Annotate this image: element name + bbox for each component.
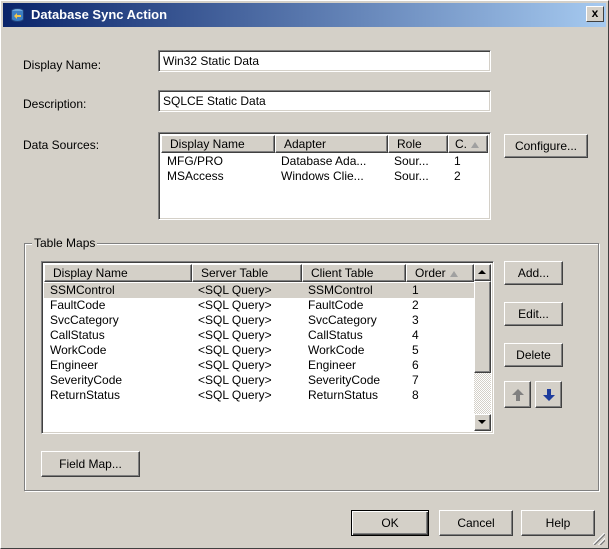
column-header-order[interactable]: Order bbox=[406, 264, 474, 282]
map-client-table: FaultCode bbox=[308, 298, 364, 312]
edit-button[interactable]: Edit... bbox=[504, 302, 563, 326]
table-row[interactable]: WorkCode <SQL Query> WorkCode 5 bbox=[44, 343, 474, 358]
field-map-button[interactable]: Field Map... bbox=[41, 451, 140, 477]
list-item[interactable]: MSAccess Windows Clie... Sour... 2 bbox=[161, 169, 488, 184]
resize-grip[interactable] bbox=[593, 533, 605, 545]
data-sources-label: Data Sources: bbox=[23, 138, 100, 152]
scroll-down-button[interactable] bbox=[474, 414, 491, 431]
add-button[interactable]: Add... bbox=[504, 261, 563, 285]
scroll-up-button[interactable] bbox=[474, 264, 491, 281]
map-client-table: WorkCode bbox=[308, 343, 365, 357]
map-server-table: <SQL Query> bbox=[198, 328, 272, 342]
table-maps-header: Display Name Server Table Client Table O… bbox=[44, 264, 474, 282]
source-display-name: MSAccess bbox=[167, 169, 224, 183]
table-row[interactable]: SSMControl <SQL Query> SSMControl 1 bbox=[44, 283, 474, 298]
source-role: Sour... bbox=[394, 154, 429, 168]
window-title: Database Sync Action bbox=[31, 7, 168, 22]
map-order: 4 bbox=[412, 328, 419, 342]
ok-button[interactable]: OK bbox=[351, 510, 429, 536]
data-sources-rows: MFG/PRO Database Ada... Sour... 1 MSAcce… bbox=[161, 154, 488, 184]
display-name-input[interactable]: Win32 Static Data bbox=[158, 50, 491, 72]
map-display-name: CallStatus bbox=[50, 328, 105, 342]
map-client-table: ReturnStatus bbox=[308, 388, 379, 402]
source-order: 1 bbox=[454, 154, 461, 168]
map-client-table: SeverityCode bbox=[308, 373, 381, 387]
table-row[interactable]: CallStatus <SQL Query> CallStatus 4 bbox=[44, 328, 474, 343]
column-header-c[interactable]: C. bbox=[448, 135, 488, 153]
map-order: 7 bbox=[412, 373, 419, 387]
source-adapter: Database Ada... bbox=[281, 154, 367, 168]
map-display-name: ReturnStatus bbox=[50, 388, 121, 402]
map-client-table: CallStatus bbox=[308, 328, 363, 342]
move-down-button[interactable] bbox=[535, 381, 562, 408]
data-sources-list[interactable]: Display Name Adapter Role C. MFG/PRO Dat… bbox=[158, 132, 491, 220]
table-maps-scrollbar[interactable] bbox=[474, 264, 491, 431]
map-order: 6 bbox=[412, 358, 419, 372]
data-sources-header: Display Name Adapter Role C. bbox=[161, 135, 488, 153]
map-client-table: Engineer bbox=[308, 358, 357, 372]
map-display-name: Engineer bbox=[50, 358, 99, 372]
configure-button[interactable]: Configure... bbox=[504, 134, 588, 158]
delete-button[interactable]: Delete bbox=[504, 343, 563, 367]
map-order: 2 bbox=[412, 298, 419, 312]
map-order: 5 bbox=[412, 343, 419, 357]
table-row[interactable]: Engineer <SQL Query> Engineer 6 bbox=[44, 358, 474, 373]
column-header-display-name[interactable]: Display Name bbox=[161, 135, 275, 153]
table-maps-list[interactable]: Display Name Server Table Client Table O… bbox=[41, 261, 494, 434]
map-order: 3 bbox=[412, 313, 419, 327]
map-display-name: SSMControl bbox=[50, 283, 115, 297]
scroll-up-icon bbox=[478, 270, 486, 274]
table-maps-rows: SSMControl <SQL Query> SSMControl 1 Faul… bbox=[44, 283, 474, 403]
scroll-thumb[interactable] bbox=[474, 281, 491, 373]
map-display-name: FaultCode bbox=[50, 298, 106, 312]
display-name-label: Display Name: bbox=[23, 58, 102, 72]
source-display-name: MFG/PRO bbox=[167, 154, 223, 168]
scroll-down-icon bbox=[478, 420, 486, 424]
table-row[interactable]: FaultCode <SQL Query> FaultCode 2 bbox=[44, 298, 474, 313]
table-row[interactable]: SvcCategory <SQL Query> SvcCategory 3 bbox=[44, 313, 474, 328]
title-bar[interactable]: Database Sync Action x bbox=[3, 3, 606, 27]
map-server-table: <SQL Query> bbox=[198, 313, 272, 327]
source-role: Sour... bbox=[394, 169, 429, 183]
map-order: 8 bbox=[412, 388, 419, 402]
column-header-display-name[interactable]: Display Name bbox=[44, 264, 192, 282]
close-button[interactable]: x bbox=[586, 6, 604, 22]
column-header-role[interactable]: Role bbox=[388, 135, 448, 153]
map-server-table: <SQL Query> bbox=[198, 283, 272, 297]
sort-ascending-icon bbox=[471, 142, 479, 148]
source-adapter: Windows Clie... bbox=[281, 169, 364, 183]
map-server-table: <SQL Query> bbox=[198, 298, 272, 312]
arrow-up-icon bbox=[511, 388, 524, 401]
list-item[interactable]: MFG/PRO Database Ada... Sour... 1 bbox=[161, 154, 488, 169]
map-server-table: <SQL Query> bbox=[198, 373, 272, 387]
map-display-name: SeverityCode bbox=[50, 373, 123, 387]
column-header-server-table[interactable]: Server Table bbox=[192, 264, 302, 282]
help-button[interactable]: Help bbox=[521, 510, 595, 536]
column-header-client-table[interactable]: Client Table bbox=[302, 264, 406, 282]
map-server-table: <SQL Query> bbox=[198, 343, 272, 357]
description-label: Description: bbox=[23, 97, 87, 111]
map-order: 1 bbox=[412, 283, 419, 297]
map-client-table: SSMControl bbox=[308, 283, 373, 297]
move-up-button[interactable] bbox=[504, 381, 531, 408]
column-header-adapter[interactable]: Adapter bbox=[275, 135, 388, 153]
map-server-table: <SQL Query> bbox=[198, 388, 272, 402]
description-input[interactable]: SQLCE Static Data bbox=[158, 90, 491, 112]
source-order: 2 bbox=[454, 169, 461, 183]
table-row[interactable]: SeverityCode <SQL Query> SeverityCode 7 bbox=[44, 373, 474, 388]
map-display-name: SvcCategory bbox=[50, 313, 119, 327]
map-server-table: <SQL Query> bbox=[198, 358, 272, 372]
cancel-button[interactable]: Cancel bbox=[439, 510, 513, 536]
arrow-down-icon bbox=[542, 388, 555, 401]
table-row[interactable]: ReturnStatus <SQL Query> ReturnStatus 8 bbox=[44, 388, 474, 403]
database-sync-icon bbox=[11, 8, 24, 22]
dialog-window: Database Sync Action x Display Name: Win… bbox=[0, 0, 609, 549]
map-client-table: SvcCategory bbox=[308, 313, 377, 327]
sort-ascending-icon bbox=[449, 271, 458, 277]
table-maps-legend: Table Maps bbox=[32, 236, 98, 250]
map-display-name: WorkCode bbox=[50, 343, 107, 357]
